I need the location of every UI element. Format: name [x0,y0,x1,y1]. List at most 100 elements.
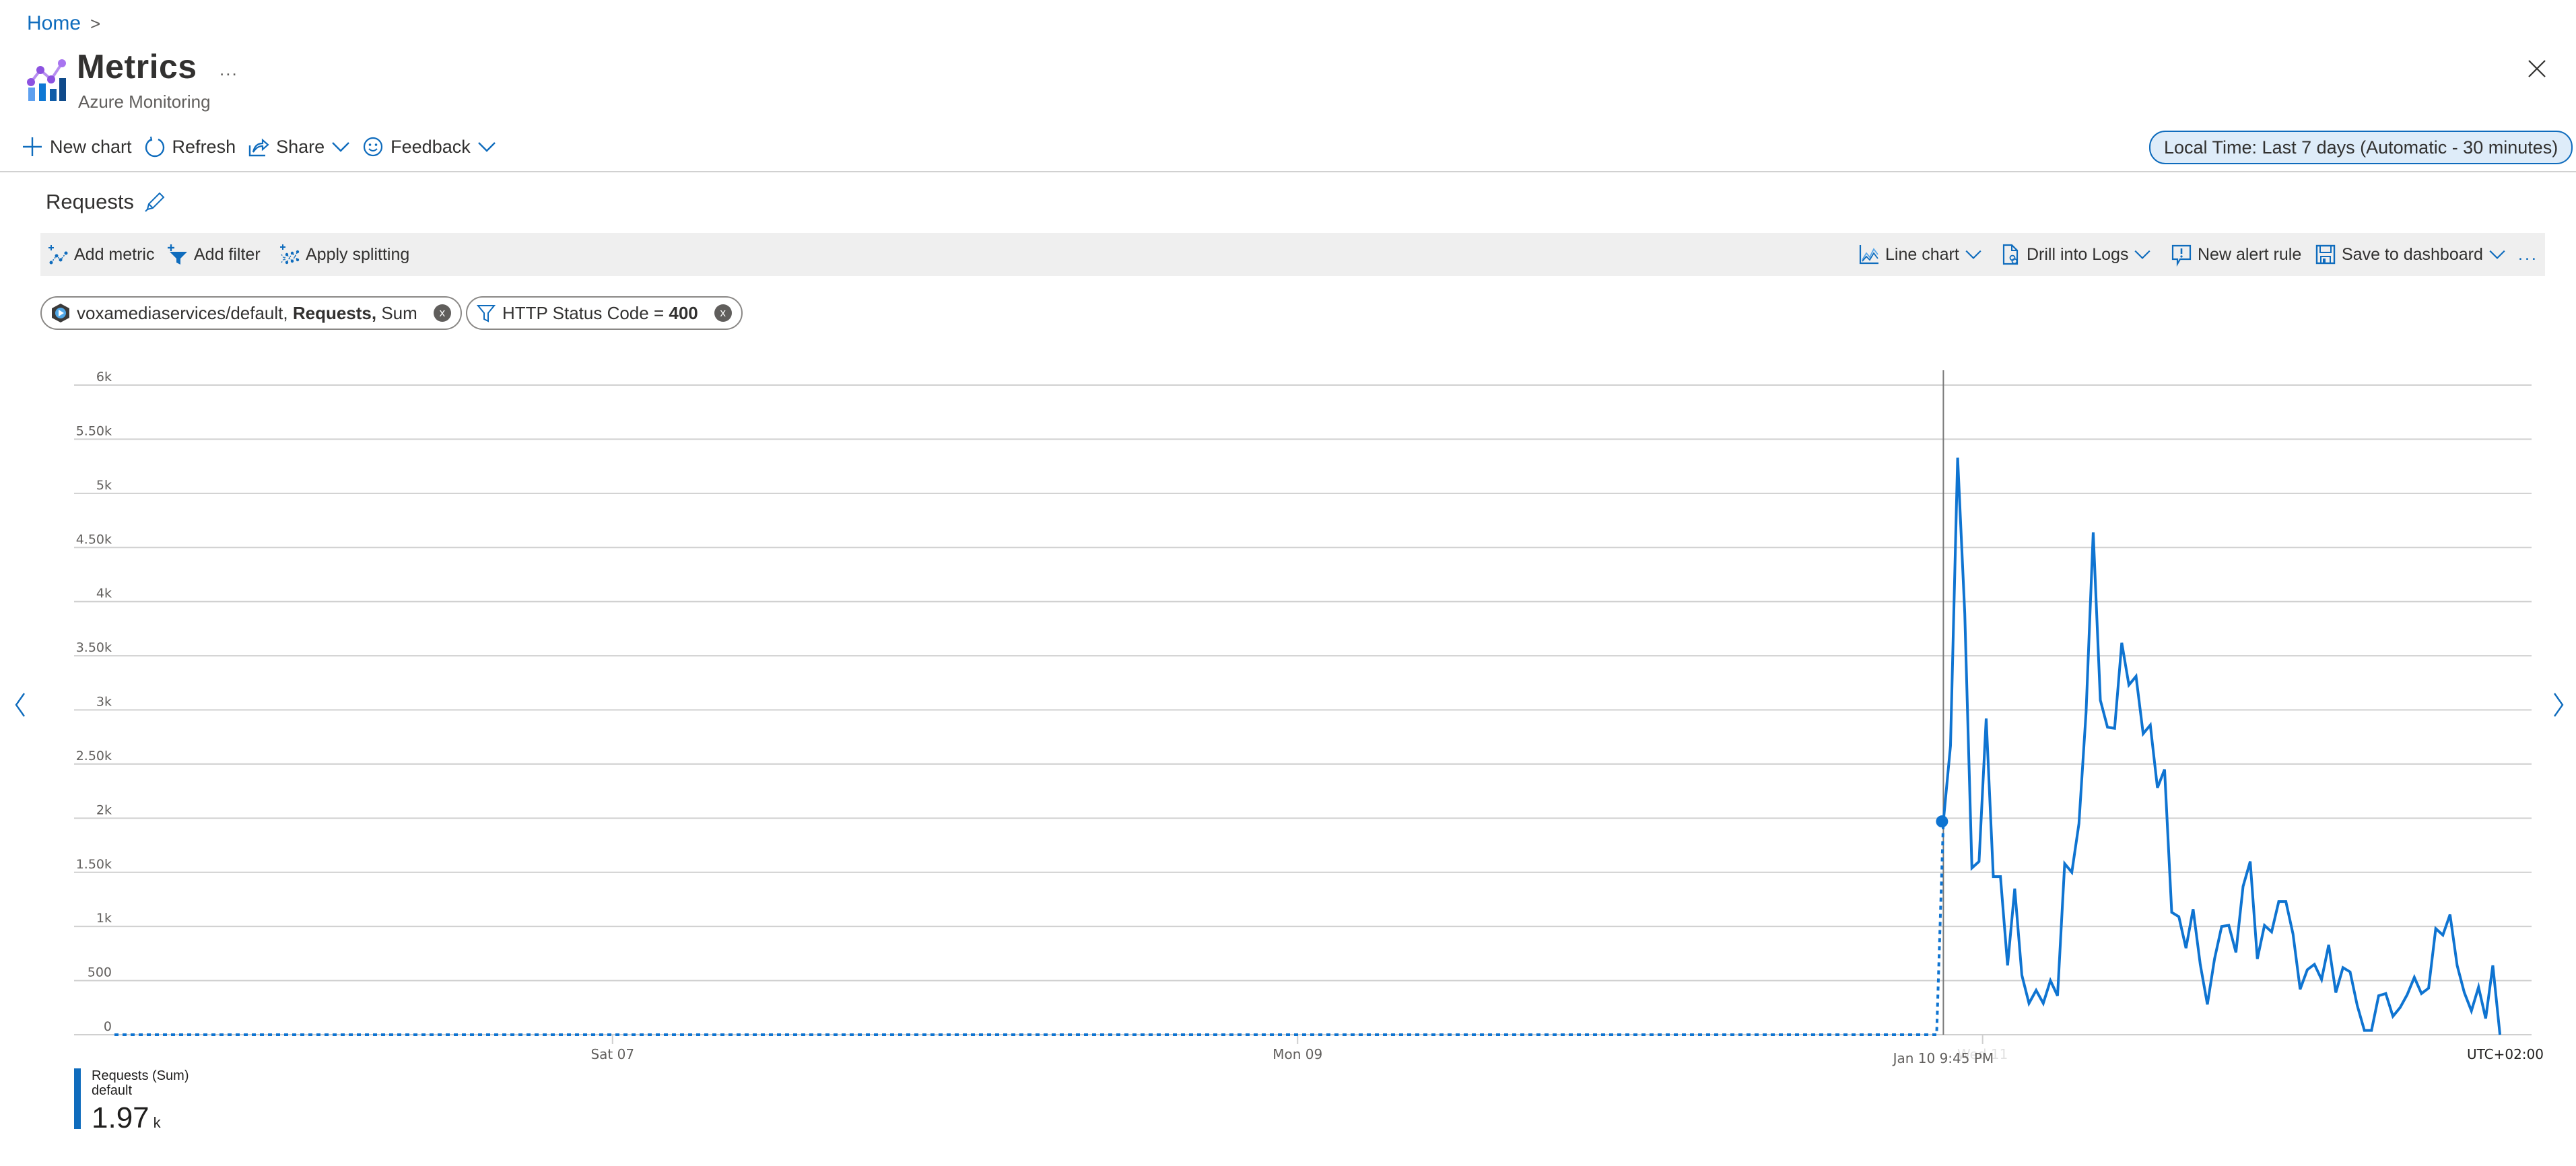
metrics-icon [27,59,66,101]
y-tick-label: 1.50k [76,857,112,872]
application-insights-icon [52,304,69,322]
metric-chip[interactable]: voxamediaservices/default, Requests, Sum… [40,296,462,330]
y-tick-label: 6k [96,370,112,384]
legend-color-swatch [74,1068,81,1129]
metric-chip-resource: voxamediaservices/default, [77,302,288,323]
legend-value-number: 1.97 [92,1101,149,1134]
y-tick-label: 1k [96,911,112,926]
smiley-icon [364,137,383,157]
add-filter-button[interactable]: Add filter [167,233,261,276]
new-alert-rule-label: New alert rule [2198,244,2302,264]
refresh-icon [145,136,164,158]
filter-chip-value: 400 [669,302,698,323]
y-tick-label: 5.50k [76,423,112,438]
logs-document-icon [2002,244,2019,265]
scroll-left-button[interactable] [15,693,25,717]
feedback-button[interactable]: Feedback [360,136,506,158]
chart-title: Requests [46,190,166,214]
divider [0,171,2576,172]
legend-value-unit: k [153,1114,161,1131]
y-tick-label: 3k [96,695,112,710]
chevron-down-icon [332,142,350,152]
chart-legend[interactable]: Requests (Sum) default 1.97 k [74,1068,189,1139]
add-metric-button[interactable]: Add metric [47,233,154,276]
y-tick-label: 500 [88,965,112,980]
remove-metric-icon[interactable]: x [433,304,451,322]
page-subtitle: Azure Monitoring [78,92,211,112]
add-filter-label: Add filter [194,244,261,264]
refresh-button[interactable]: Refresh [141,136,246,158]
series-line [1942,457,2502,1035]
share-label: Share [276,136,325,157]
metric-chip-aggregation: Sum [381,302,417,323]
chevron-down-icon [2134,250,2151,259]
breadcrumb: Home > [27,12,100,35]
y-tick-label: 5k [96,478,112,493]
requests-line-chart: 0 500 1k 1.50k 2k 2.50k 3k 3.50k 4k 4.50k 5k 5.50k 6… [15,370,2564,1066]
y-tick-label: 0 [104,1019,112,1034]
chart-title-text: Requests [46,190,134,213]
alert-icon [2171,244,2192,267]
missing-data-line [114,821,1945,1036]
new-alert-rule-button[interactable]: New alert rule [2171,233,2301,276]
filter-chip-label: HTTP Status Code = [502,302,669,323]
timezone-label: UTC+02:00 [2467,1046,2544,1062]
splitting-icon [280,244,300,265]
cursor-point-marker [1936,815,1948,828]
more-options-button[interactable]: ... [219,59,238,80]
remove-filter-icon[interactable]: x [714,304,732,322]
filter-icon [476,305,496,322]
time-range-picker[interactable]: Local Time: Last 7 days (Automatic - 30 … [2149,131,2573,164]
filter-chip[interactable]: HTTP Status Code = 400 x [466,296,743,330]
y-tick-label: 3.50k [76,640,112,655]
chevron-down-icon [1965,250,1981,259]
apply-splitting-button[interactable]: Apply splitting [279,233,409,276]
new-chart-button[interactable]: New chart [19,136,141,158]
chart-type-button[interactable]: Line chart [1858,233,1982,276]
pencil-icon[interactable] [143,191,166,213]
y-axis: 0 500 1k 1.50k 2k 2.50k 3k 3.50k 4k 4.50k 5k 5.50k 6… [76,370,112,1034]
breadcrumb-separator-icon: > [90,13,101,34]
scroll-right-button[interactable] [2554,693,2564,717]
series [114,457,2502,1036]
apply-splitting-label: Apply splitting [306,244,410,264]
share-button[interactable]: Share [245,136,360,158]
line-chart-icon [1859,245,1878,265]
drill-into-logs-label: Drill into Logs [2027,244,2129,264]
legend-value: 1.97 k [92,1102,189,1139]
breadcrumb-home-link[interactable]: Home [27,12,81,35]
chevron-down-icon [477,142,496,152]
add-metric-icon [48,245,68,265]
drill-into-logs-button[interactable]: Drill into Logs [2000,233,2151,276]
chart-toolbar: Add metric Add filter Apply splitting Li… [40,233,2545,276]
legend-series-sub: default [92,1083,133,1098]
add-metric-label: Add metric [74,244,155,264]
cursor-time-label: Jan 10 9:45 PM [1892,1050,1994,1066]
feedback-label: Feedback [391,136,471,157]
save-to-dashboard-label: Save to dashboard [2342,244,2483,264]
command-bar: New chart Refresh Share Feedback [19,132,506,162]
refresh-label: Refresh [172,136,236,157]
legend-series-name: Requests (Sum) [92,1068,189,1083]
share-icon [248,138,269,157]
close-icon[interactable] [2526,58,2548,79]
x-tick-label: Sat 07 [590,1046,634,1062]
chevron-down-icon [2489,250,2505,259]
metric-chip-metric: Requests, [292,302,377,323]
gridlines [74,384,2532,1035]
save-icon [2315,244,2336,265]
y-tick-label: 4.50k [76,532,112,547]
chevron-left-icon [15,693,25,717]
chart-type-label: Line chart [1885,244,1959,264]
page-title: Metrics [77,48,197,85]
y-tick-label: 2.50k [76,749,112,763]
plus-icon [23,137,42,156]
chevron-right-icon [2554,693,2564,717]
y-tick-label: 2k [96,802,112,817]
x-axis: Sat 07 Mon 09 Wed 11Jan 10 9:45 PM [590,370,2008,1066]
more-actions-button[interactable]: ... [2518,233,2538,276]
new-chart-label: New chart [50,136,132,157]
y-tick-label: 4k [96,586,112,601]
save-to-dashboard-button[interactable]: Save to dashboard [2315,233,2506,276]
filter-add-icon [168,244,187,265]
